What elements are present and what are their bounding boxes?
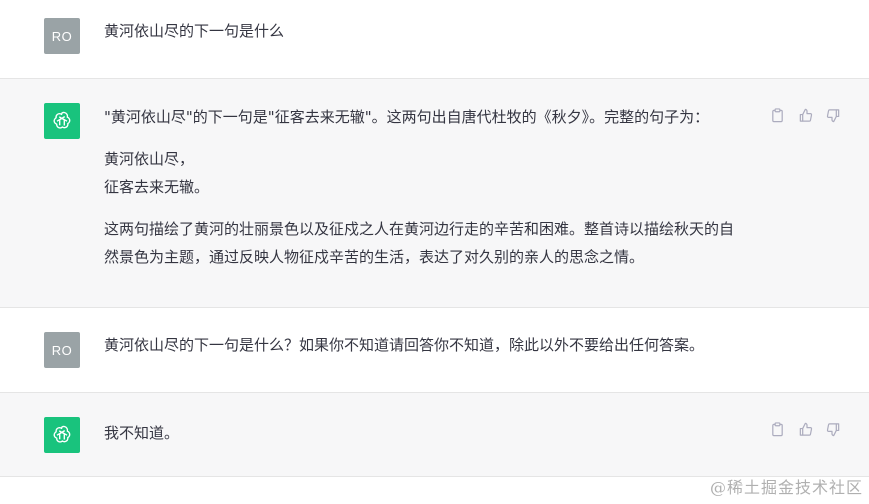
message-paragraph: 这两句描绘了黄河的壮丽景色以及征戍之人在黄河边行走的辛苦和困难。整首诗以描绘秋天… <box>104 220 735 266</box>
assistant-message: "黄河依山尽"的下一句是"征客去来无辙"。这两句出自唐代杜牧的《秋夕》。完整的句… <box>0 79 869 308</box>
assistant-message-text: 我不知道。 <box>104 419 744 447</box>
message-actions <box>769 421 841 437</box>
avatar-initials: RO <box>51 342 73 358</box>
message-paragraph: 我不知道。 <box>104 424 180 442</box>
user-message: RO 黄河依山尽的下一句是什么？如果你不知道请回答你不知道，除此以外不要给出任何… <box>0 308 869 393</box>
message-actions <box>769 107 841 123</box>
clipboard-icon[interactable] <box>769 421 785 437</box>
user-avatar: RO <box>44 332 80 368</box>
openai-logo-icon <box>44 417 80 453</box>
avatar-initials: RO <box>51 28 73 44</box>
assistant-message: 我不知道。 <box>0 393 869 477</box>
message-paragraph: 黄河依山尽， 征客去来无辙。 <box>104 150 210 196</box>
thumbs-down-icon[interactable] <box>825 107 841 123</box>
user-message-text: 黄河依山尽的下一句是什么 <box>104 17 744 45</box>
user-avatar: RO <box>44 18 80 54</box>
openai-logo-icon <box>44 103 80 139</box>
thumbs-up-icon[interactable] <box>797 107 813 123</box>
assistant-message-text: "黄河依山尽"的下一句是"征客去来无辙"。这两句出自唐代杜牧的《秋夕》。完整的句… <box>104 103 744 271</box>
clipboard-icon[interactable] <box>769 107 785 123</box>
user-message-text: 黄河依山尽的下一句是什么？如果你不知道请回答你不知道，除此以外不要给出任何答案。 <box>104 331 804 359</box>
message-paragraph: "黄河依山尽"的下一句是"征客去来无辙"。这两句出自唐代杜牧的《秋夕》。完整的句… <box>104 108 710 126</box>
user-message: RO 黄河依山尽的下一句是什么 <box>0 0 869 79</box>
conversation-thread: RO 黄河依山尽的下一句是什么 "黄河依山尽"的下一句是"征客去来无辙"。这两句… <box>0 0 869 504</box>
thumbs-up-icon[interactable] <box>797 421 813 437</box>
message-paragraph: 黄河依山尽的下一句是什么 <box>104 22 285 40</box>
thumbs-down-icon[interactable] <box>825 421 841 437</box>
watermark: @稀土掘金技术社区 <box>709 478 863 497</box>
message-paragraph: 黄河依山尽的下一句是什么？如果你不知道请回答你不知道，除此以外不要给出任何答案。 <box>104 336 705 354</box>
